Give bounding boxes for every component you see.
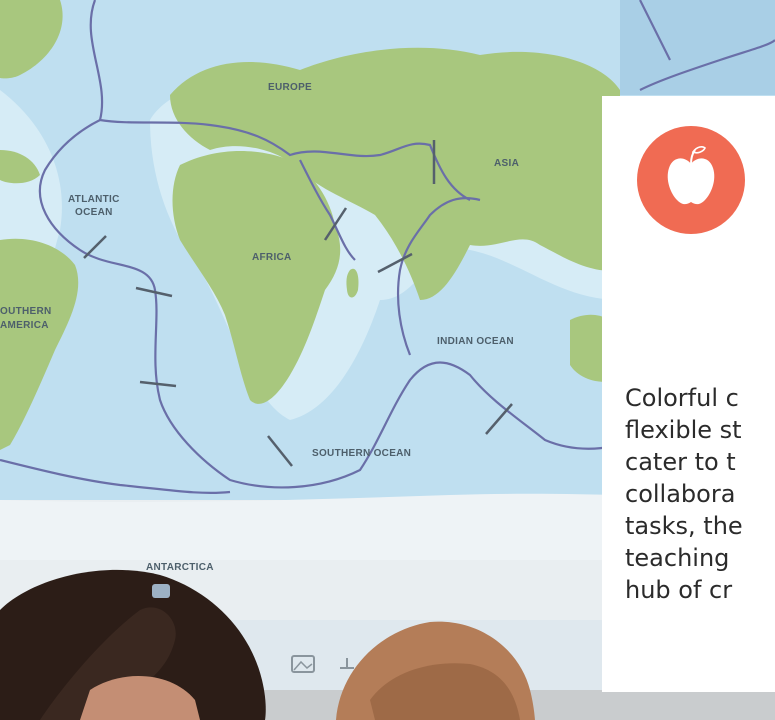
label-southern-ocean: SOUTHERN OCEAN xyxy=(312,448,411,459)
upload-tool-icon xyxy=(340,658,354,669)
label-southern-america-2: AMERICA xyxy=(0,320,49,331)
apple-icon xyxy=(667,146,715,205)
feature-card: Colorful c flexible st cater to t collab… xyxy=(602,96,775,692)
label-indian-ocean: INDIAN OCEAN xyxy=(437,336,514,347)
label-southern-america-1: OUTHERN xyxy=(0,306,52,317)
label-europe: EUROPE xyxy=(268,82,312,93)
label-africa: AFRICA xyxy=(252,252,292,263)
label-atlantic-1: ATLANTIC xyxy=(68,194,120,205)
label-antarctica: ANTARCTICA xyxy=(146,562,214,573)
label-atlantic-2: OCEAN xyxy=(75,207,113,218)
label-asia: ASIA xyxy=(494,158,519,169)
apple-badge xyxy=(637,126,745,234)
hair-clip xyxy=(152,584,170,598)
classroom-photo: EUROPE ASIA ATLANTIC OCEAN AFRICA OUTHER… xyxy=(0,0,775,720)
card-description: Colorful c flexible st cater to t collab… xyxy=(625,384,743,604)
